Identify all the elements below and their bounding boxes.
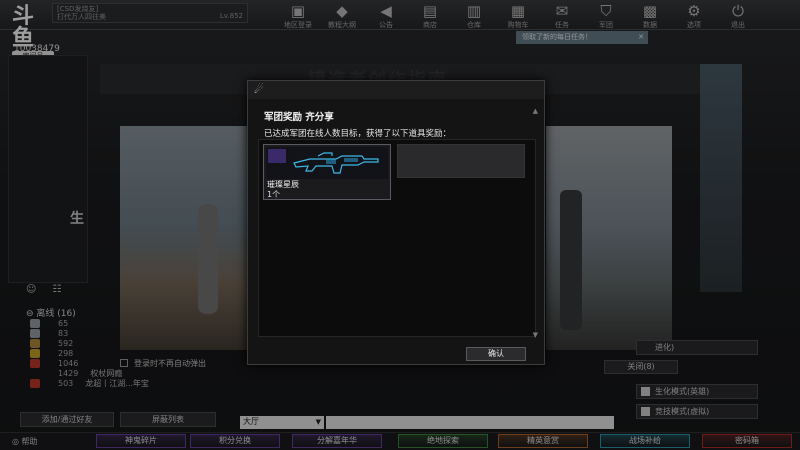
scroll-up-icon[interactable]: ▲ <box>533 107 538 115</box>
reward-image <box>266 147 388 179</box>
reward-item[interactable]: 璀璨星辰 1个 <box>263 144 391 200</box>
reward-slot-empty <box>397 144 525 178</box>
confirm-button[interactable]: 确认 <box>466 347 526 361</box>
dialog-description: 已达成军团在线人数目标，获得了以下道具奖励： <box>264 129 452 139</box>
rifle-icon <box>293 152 379 174</box>
scroll-down-icon[interactable]: ▼ <box>533 331 538 339</box>
reward-dialog: ☄ 军团奖励 齐分享 ▲ 已达成军团在线人数目标，获得了以下道具奖励： 璀璨星辰 <box>247 80 545 365</box>
dialog-title: 军团奖励 齐分享 <box>264 112 334 123</box>
reward-list: 璀璨星辰 1个 <box>258 139 536 337</box>
legion-icon: ☄ <box>254 83 264 96</box>
reward-quantity: 1个 <box>267 190 281 199</box>
dialog-header: ☄ <box>248 81 544 99</box>
